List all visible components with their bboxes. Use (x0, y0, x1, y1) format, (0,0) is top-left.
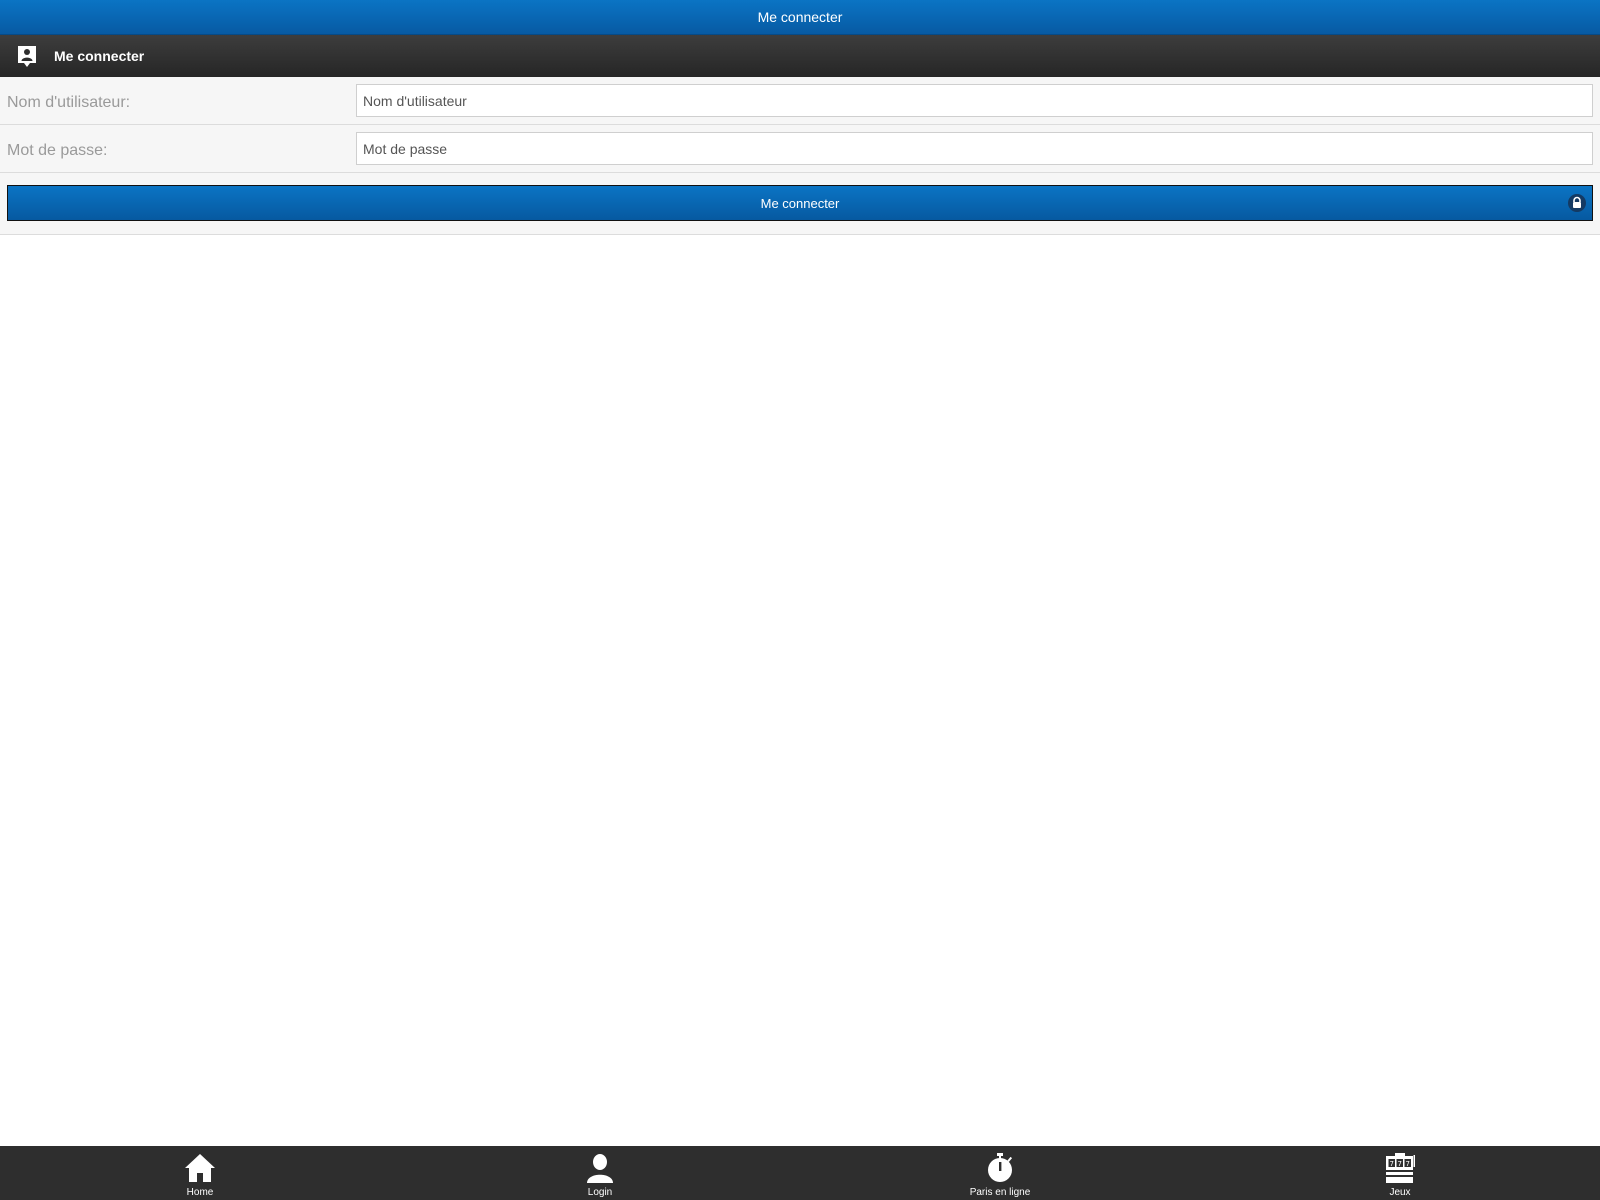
username-input[interactable] (356, 84, 1593, 117)
password-row: Mot de passe: (0, 125, 1600, 173)
login-button[interactable]: Me connecter (7, 185, 1593, 221)
login-form: Nom d'utilisateur: Mot de passe: Me conn… (0, 77, 1600, 235)
app-root: Me connecter Me connecter Nom d'utilisat… (0, 0, 1600, 1200)
home-icon (185, 1154, 215, 1182)
nav-label-paris-en-ligne: Paris en ligne (969, 1187, 1031, 1198)
password-label: Mot de passe: (7, 141, 108, 159)
svg-text:7: 7 (1390, 1160, 1394, 1168)
section-title: Me connecter (54, 48, 145, 64)
svg-text:7: 7 (1406, 1160, 1410, 1168)
user-card-icon (18, 46, 36, 67)
user-icon (587, 1154, 613, 1183)
username-label: Nom d'utilisateur: (7, 93, 131, 111)
password-input[interactable] (356, 132, 1593, 165)
login-button-label: Me connecter (760, 195, 840, 211)
page-title: Me connecter (757, 9, 843, 25)
slot-machine-icon: 7 7 7 (1386, 1153, 1415, 1183)
nav-label-login: Login (587, 1187, 613, 1198)
submit-wrap: Me connecter (0, 173, 1600, 221)
stopwatch-icon (988, 1153, 1013, 1182)
nav-item-home[interactable]: Home (0, 1146, 400, 1200)
bottom-nav: Home Login Paris en ligne 7 7 7 Jeux (0, 1146, 1600, 1200)
nav-label-jeux: Jeux (1389, 1187, 1411, 1198)
svg-text:7: 7 (1398, 1160, 1402, 1168)
section-header: Me connecter (0, 35, 1600, 77)
nav-item-jeux[interactable]: 7 7 7 Jeux (1200, 1146, 1600, 1200)
nav-label-home: Home (186, 1187, 214, 1198)
title-bar: Me connecter (0, 0, 1600, 35)
username-row: Nom d'utilisateur: (0, 77, 1600, 125)
nav-item-paris-en-ligne[interactable]: Paris en ligne (800, 1146, 1200, 1200)
nav-item-login[interactable]: Login (400, 1146, 800, 1200)
lock-icon (1568, 194, 1586, 212)
